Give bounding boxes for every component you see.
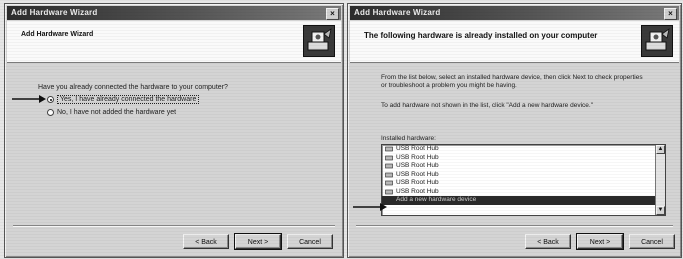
add-new-instruction: To add hardware not shown in the list, c…: [381, 102, 594, 109]
header-title: The following hardware is already instal…: [364, 31, 598, 40]
installed-hardware-label: Installed hardware:: [381, 135, 436, 142]
usb-device-icon: [385, 189, 393, 195]
divider: [356, 225, 673, 227]
title-bar[interactable]: Add Hardware Wizard ×: [7, 6, 341, 20]
connection-question: Have you already connected the hardware …: [38, 84, 228, 91]
hardware-wizard-icon: [641, 25, 673, 57]
wizard-header: The following hardware is already instal…: [350, 21, 679, 63]
add-hardware-wizard-window-right: Add Hardware Wizard × The following hard…: [347, 3, 682, 258]
usb-device-icon: [385, 146, 393, 152]
radio-button[interactable]: [47, 109, 54, 116]
list-item[interactable]: USB Root Hub: [382, 162, 665, 171]
header-title: Add Hardware Wizard: [21, 31, 94, 38]
scroll-down-icon[interactable]: ▼: [656, 206, 665, 215]
radio-button[interactable]: [47, 96, 54, 103]
usb-device-icon: [385, 163, 393, 169]
radio-option-yes[interactable]: Yes, I have already connected the hardwa…: [47, 95, 200, 104]
back-button[interactable]: < Back: [525, 234, 571, 249]
divider: [13, 225, 335, 227]
scroll-up-icon[interactable]: ▲: [656, 145, 665, 154]
title-bar[interactable]: Add Hardware Wizard ×: [350, 6, 679, 20]
hardware-wizard-icon: [303, 25, 335, 57]
wizard-header: Add Hardware Wizard: [7, 21, 341, 63]
instruction-text: From the list below, select an installed…: [381, 74, 643, 89]
usb-device-icon: [385, 172, 393, 178]
list-item[interactable]: USB Root Hub: [382, 154, 665, 163]
vertical-scrollbar[interactable]: ▲ ▼: [655, 145, 665, 215]
add-hardware-wizard-window-left: Add Hardware Wizard × Add Hardware Wizar…: [4, 3, 344, 258]
cancel-button[interactable]: Cancel: [629, 234, 675, 249]
usb-device-icon: [385, 155, 393, 161]
radio-option-no[interactable]: No, I have not added the hardware yet: [47, 109, 176, 116]
pointer-arrow-icon: [12, 95, 46, 103]
next-button[interactable]: Next >: [234, 233, 282, 250]
radio-label-no: No, I have not added the hardware yet: [57, 109, 177, 116]
list-item[interactable]: USB Root Hub: [382, 188, 665, 197]
back-button[interactable]: < Back: [183, 234, 229, 249]
cancel-button[interactable]: Cancel: [287, 234, 333, 249]
next-button[interactable]: Next >: [576, 233, 624, 250]
list-item[interactable]: USB Root Hub: [382, 145, 665, 154]
window-title: Add Hardware Wizard: [354, 8, 441, 17]
installed-hardware-list[interactable]: USB Root Hub USB Root Hub USB Root Hub U…: [381, 144, 666, 216]
pointer-arrow-icon: [353, 203, 387, 211]
list-item[interactable]: USB Root Hub: [382, 179, 665, 188]
usb-device-icon: [385, 180, 393, 186]
window-title: Add Hardware Wizard: [11, 8, 98, 17]
close-icon[interactable]: ×: [326, 8, 339, 20]
button-bar: < Back Next > Cancel: [525, 233, 675, 250]
button-bar: < Back Next > Cancel: [183, 233, 333, 250]
close-icon[interactable]: ×: [664, 8, 677, 20]
list-item[interactable]: USB Root Hub: [382, 171, 665, 180]
list-item-add-new-device[interactable]: Add a new hardware device: [382, 196, 665, 205]
radio-label-yes: Yes, I have already connected the hardwa…: [57, 95, 200, 104]
